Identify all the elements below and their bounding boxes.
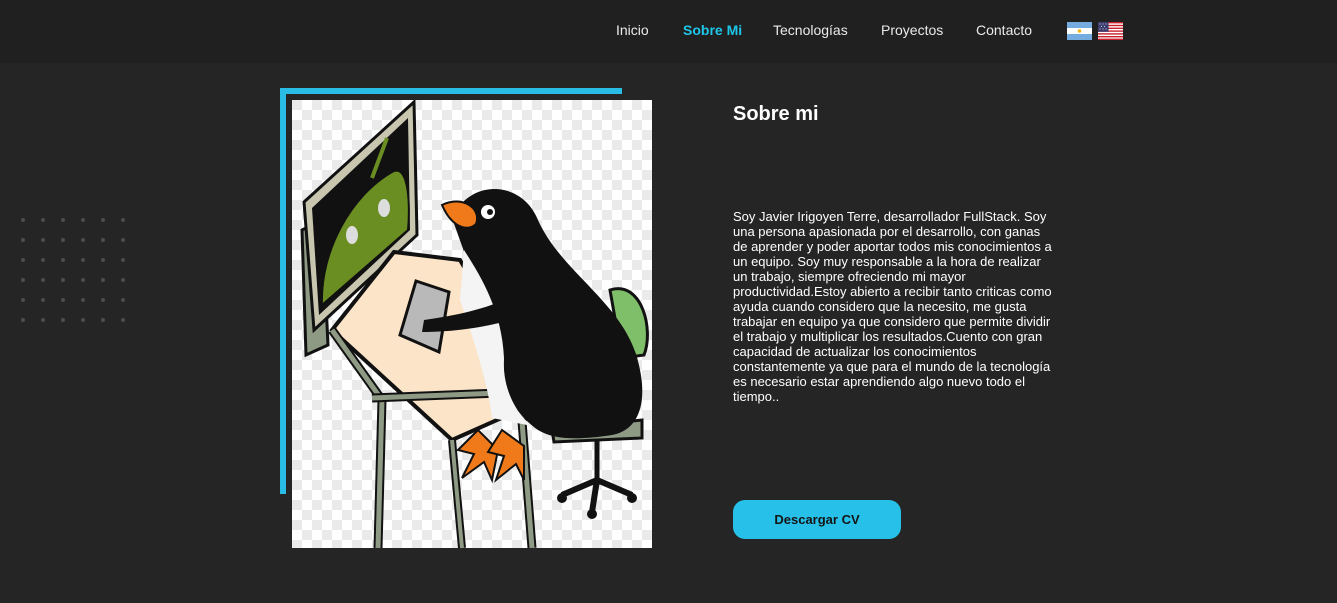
dot bbox=[41, 218, 45, 222]
dot bbox=[21, 318, 25, 322]
dot bbox=[21, 218, 25, 222]
dot bbox=[41, 318, 45, 322]
navbar: Inicio Sobre Mi Tecnologías Proyectos Co… bbox=[0, 0, 1337, 63]
nav-link-proyectos[interactable]: Proyectos bbox=[881, 22, 943, 38]
nav-link-contacto[interactable]: Contacto bbox=[976, 22, 1032, 38]
usa-flag-icon[interactable] bbox=[1098, 22, 1123, 40]
dot bbox=[101, 318, 105, 322]
nav-link-sobre-mi[interactable]: Sobre Mi bbox=[683, 22, 742, 38]
penguin-at-computer-illustration bbox=[292, 100, 652, 548]
dot bbox=[21, 258, 25, 262]
dot bbox=[61, 258, 65, 262]
dot bbox=[121, 278, 125, 282]
dot bbox=[61, 218, 65, 222]
dot bbox=[121, 298, 125, 302]
dot bbox=[61, 238, 65, 242]
about-title: Sobre mi bbox=[733, 103, 819, 125]
dot bbox=[61, 298, 65, 302]
dot bbox=[121, 238, 125, 242]
about-description: Soy Javier Irigoyen Terre, desarrollador… bbox=[733, 209, 1052, 404]
nav-link-inicio[interactable]: Inicio bbox=[616, 22, 649, 38]
dot bbox=[41, 258, 45, 262]
dot bbox=[101, 238, 105, 242]
dot bbox=[21, 238, 25, 242]
dot bbox=[81, 258, 85, 262]
download-cv-button[interactable]: Descargar CV bbox=[733, 500, 901, 539]
dot bbox=[41, 238, 45, 242]
dot bbox=[21, 278, 25, 282]
argentina-flag-icon[interactable] bbox=[1067, 22, 1092, 40]
dot bbox=[81, 278, 85, 282]
dot bbox=[21, 298, 25, 302]
dot bbox=[61, 278, 65, 282]
dot bbox=[41, 298, 45, 302]
dot bbox=[101, 298, 105, 302]
dot bbox=[101, 258, 105, 262]
dot bbox=[41, 278, 45, 282]
dot bbox=[81, 298, 85, 302]
image-frame-top-border bbox=[280, 88, 622, 94]
dot bbox=[81, 238, 85, 242]
nav-link-tecnologias[interactable]: Tecnologías bbox=[773, 22, 848, 38]
dot bbox=[81, 218, 85, 222]
dot bbox=[121, 218, 125, 222]
dot bbox=[101, 278, 105, 282]
dot bbox=[121, 258, 125, 262]
dot bbox=[101, 218, 105, 222]
image-frame-left-border bbox=[280, 88, 286, 494]
dot bbox=[121, 318, 125, 322]
decorative-dot-grid bbox=[14, 212, 134, 327]
dot bbox=[81, 318, 85, 322]
dot bbox=[61, 318, 65, 322]
